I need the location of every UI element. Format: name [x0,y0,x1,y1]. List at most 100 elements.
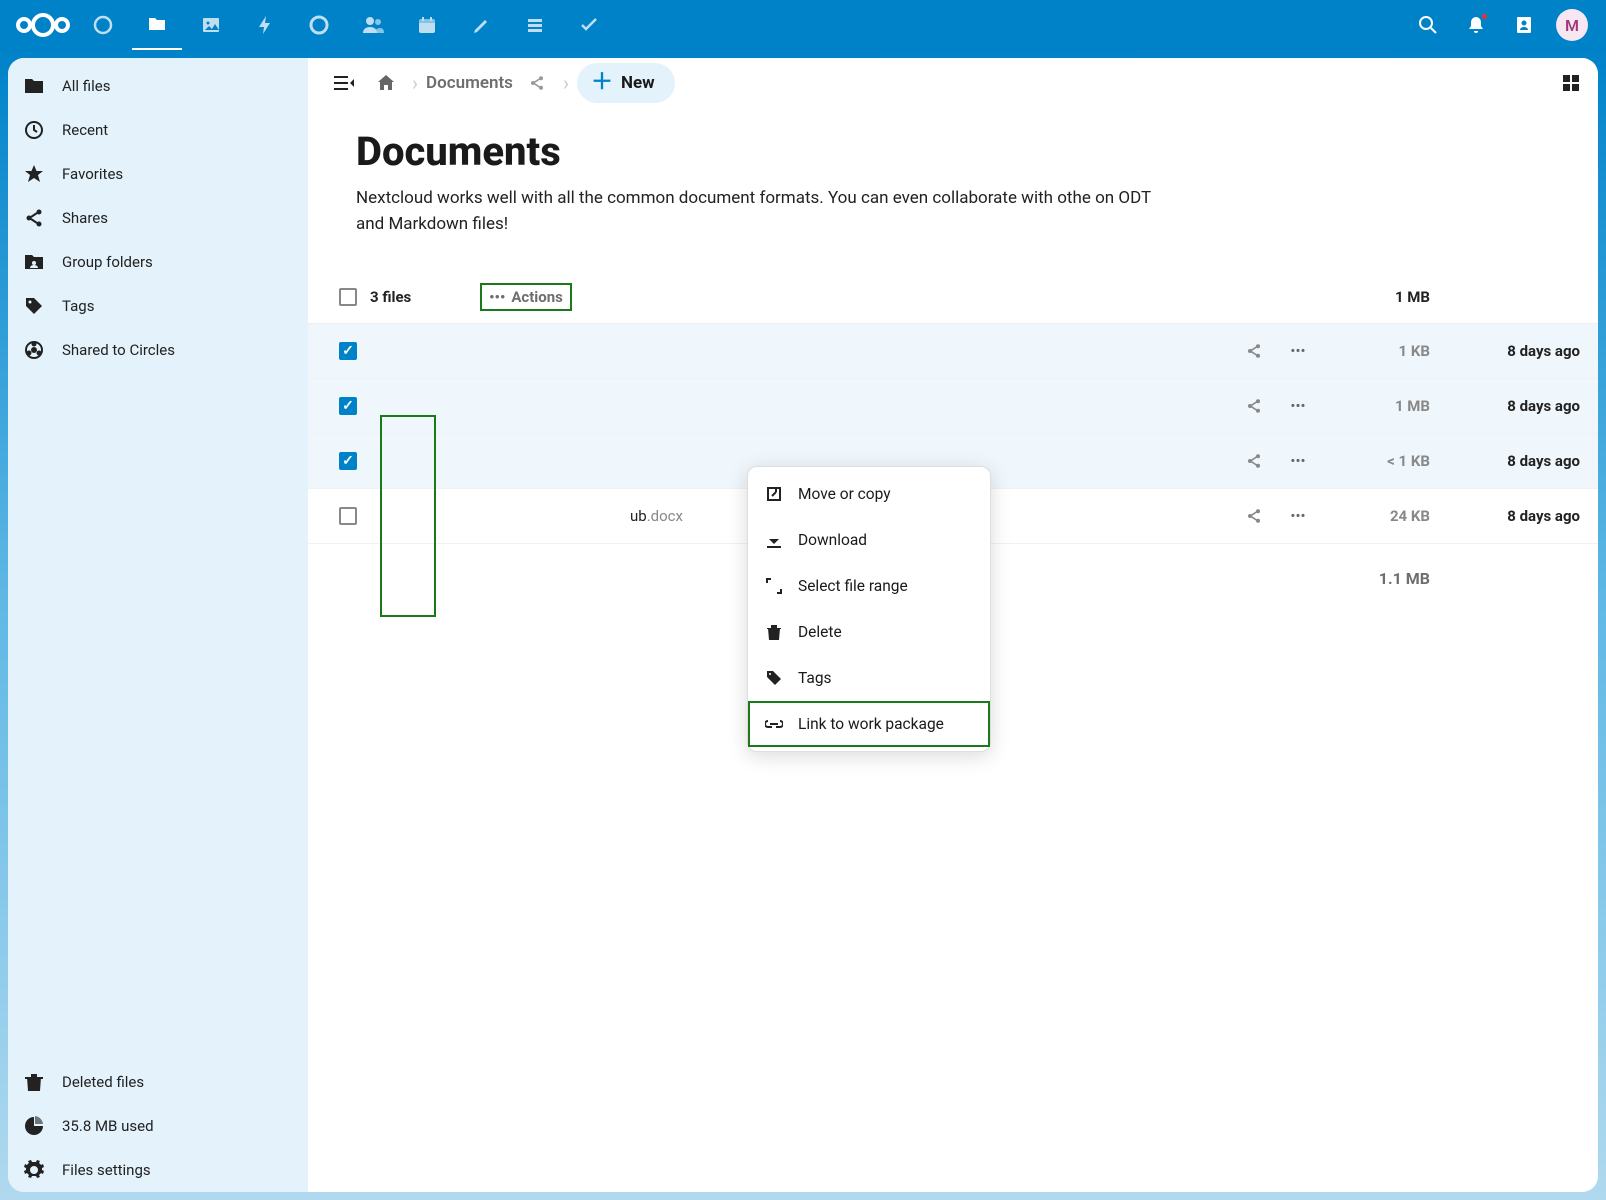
file-size: 1 KB [1320,342,1430,360]
row-checkbox[interactable] [339,452,357,470]
app-calendar-icon[interactable] [402,0,452,50]
row-more-icon[interactable]: ••• [1276,397,1320,415]
app-contacts-icon[interactable] [348,0,398,50]
file-size: 24 KB [1320,507,1430,525]
row-more-icon[interactable]: ••• [1276,342,1320,360]
action-select-range[interactable]: Select file range [748,563,990,609]
file-row[interactable]: ••• 1 KB 8 days ago [308,324,1598,379]
actions-button[interactable]: ••• Actions [481,284,571,310]
folder-description: Nextcloud works well with all the common… [356,185,1176,238]
size-header[interactable]: 1 MB [1320,288,1430,306]
contacts-menu-icon[interactable] [1502,3,1546,47]
sidebar-item-group-folders[interactable]: Group folders [8,240,308,284]
action-delete[interactable]: Delete [748,609,990,655]
share-icon[interactable] [1232,343,1276,359]
search-icon[interactable] [1406,3,1450,47]
sidebar-item-favorites[interactable]: Favorites [8,152,308,196]
action-download[interactable]: Download [748,517,990,563]
move-icon [764,486,784,502]
app-tasks-icon[interactable] [564,0,614,50]
topbar: M [0,0,1606,50]
notifications-icon[interactable] [1454,3,1498,47]
breadcrumb-bar: › Documents › ＋ New [308,58,1598,108]
sidebar-deleted-files[interactable]: Deleted files [8,1060,308,1104]
avatar[interactable]: M [1556,9,1588,41]
sidebar-item-all-files[interactable]: All files [8,64,308,108]
app-deck-icon[interactable] [510,0,560,50]
file-modified: 8 days ago [1430,452,1580,470]
app-notes-icon[interactable] [456,0,506,50]
group-folder-icon [22,253,46,271]
user-menu[interactable]: M [1550,3,1594,47]
breadcrumb-current[interactable]: Documents [426,73,513,93]
chevron-right-icon: › [412,71,418,95]
new-button[interactable]: ＋ New [577,63,675,103]
sidebar-quota[interactable]: 35.8 MB used [8,1104,308,1148]
file-size: < 1 KB [1320,452,1430,470]
link-icon [764,719,784,729]
chevron-right-icon: › [563,71,569,95]
app-activity-icon[interactable] [240,0,290,50]
sidebar-label: Deleted files [62,1073,144,1091]
share-icon [22,208,46,228]
tag-icon [764,670,784,686]
file-size: 1 MB [1320,397,1430,415]
row-checkbox[interactable] [339,397,357,415]
row-more-icon[interactable]: ••• [1276,507,1320,525]
actions-dropdown: Move or copy Download Select file range … [747,466,991,752]
row-more-icon[interactable]: ••• [1276,452,1320,470]
sidebar-item-shares[interactable]: Shares [8,196,308,240]
sidebar-item-tags[interactable]: Tags [8,284,308,328]
sidebar-label: 35.8 MB used [62,1117,154,1135]
action-tags[interactable]: Tags [748,655,990,701]
sidebar-item-recent[interactable]: Recent [8,108,308,152]
app-dashboard-icon[interactable] [78,0,128,50]
select-all-checkbox[interactable] [339,288,357,306]
folder-title: Documents [356,128,1550,175]
folder-hero: Documents Nextcloud works well with all … [308,108,1598,250]
gear-icon [22,1160,46,1180]
app-files-icon[interactable] [132,0,182,50]
sidebar-label: Shared to Circles [62,341,175,359]
table-header: 3 files ••• Actions 1 MB [308,272,1598,324]
share-breadcrumb-icon[interactable] [519,65,555,101]
select-range-icon [764,578,784,594]
sidebar-label: Favorites [62,165,123,183]
action-move-copy[interactable]: Move or copy [748,471,990,517]
file-count-label: 3 files [370,288,1031,306]
file-row[interactable]: ••• 1 MB 8 days ago [308,379,1598,434]
delete-icon [764,624,784,640]
star-icon [22,164,46,184]
file-modified: 8 days ago [1430,397,1580,415]
quota-icon [22,1116,46,1136]
trash-icon [22,1072,46,1092]
view-toggle-icon[interactable] [1562,74,1580,92]
file-modified: 8 days ago [1430,507,1580,525]
sidebar-label: Files settings [62,1161,151,1179]
sidebar-files-settings[interactable]: Files settings [8,1148,308,1192]
tag-icon [22,296,46,316]
nextcloud-logo[interactable] [12,9,74,41]
share-icon[interactable] [1232,398,1276,414]
sidebar-label: Tags [62,297,94,315]
clock-icon [22,120,46,140]
share-icon[interactable] [1232,508,1276,524]
share-icon[interactable] [1232,453,1276,469]
sidebar-item-shared-circles[interactable]: Shared to Circles [8,328,308,372]
row-checkbox[interactable] [339,342,357,360]
app-photos-icon[interactable] [186,0,236,50]
toggle-sidebar-icon[interactable] [326,65,362,101]
row-checkbox[interactable] [339,507,357,525]
app-talk-icon[interactable] [294,0,344,50]
app-body: All files Recent Favorites Shares Group … [8,58,1598,1192]
circles-icon [22,340,46,360]
summary-size: 1.1 MB [1320,569,1430,588]
sidebar-label: Shares [62,209,108,227]
main-content: › Documents › ＋ New Documents Nextcloud … [308,58,1598,1192]
sidebar: All files Recent Favorites Shares Group … [8,58,308,1192]
home-icon[interactable] [368,65,404,101]
more-icon: ••• [489,288,505,306]
sidebar-label: Group folders [62,253,153,271]
action-link-work-package[interactable]: Link to work package [748,701,990,747]
sidebar-label: Recent [62,121,108,139]
